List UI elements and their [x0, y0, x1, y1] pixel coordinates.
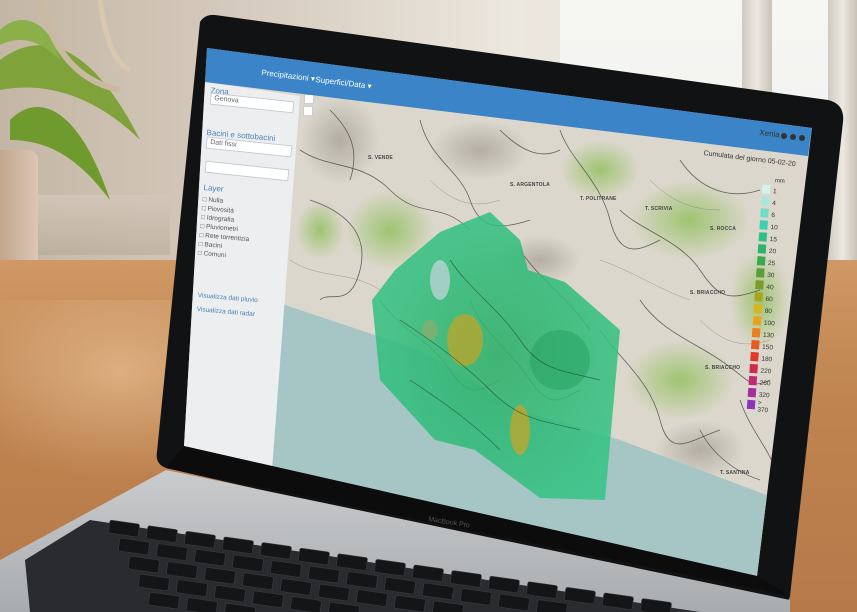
laptop-base: MacBook Pro	[0, 470, 790, 612]
